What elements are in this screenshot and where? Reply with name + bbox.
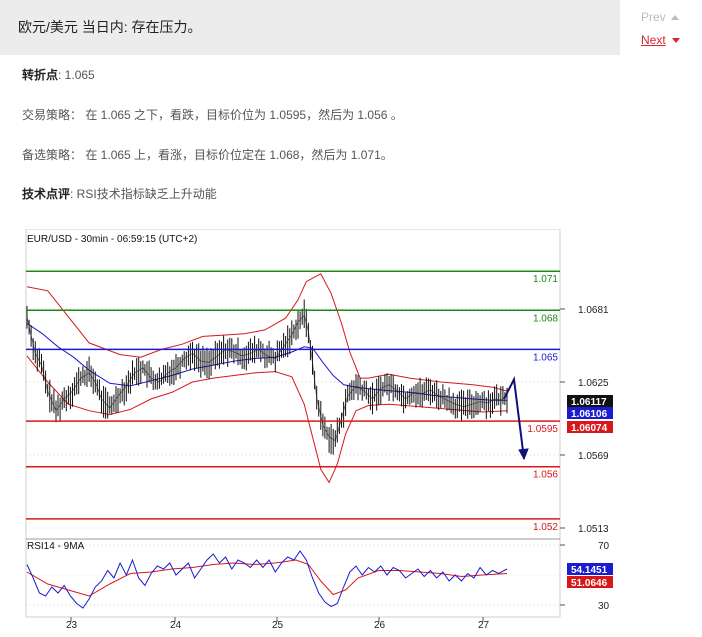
pivot-label: 转折点 — [22, 68, 59, 82]
pivot-value: : 1.065 — [58, 68, 95, 82]
prev-button[interactable]: Prev — [641, 10, 679, 24]
level-label: 1.056 — [533, 470, 558, 481]
price-axis-label: 1.0625 — [578, 378, 609, 389]
caret-up-icon — [670, 15, 679, 21]
price-axis-label: 1.0513 — [578, 524, 609, 535]
time-axis-label: 23 — [66, 620, 78, 629]
comment-line: 技术点评: RSI技术指标缺乏上升动能 — [22, 185, 217, 202]
price-tag-label: 1.06074 — [571, 423, 608, 434]
rsi-axis-label: 30 — [598, 601, 610, 612]
next-button[interactable]: Next — [641, 33, 680, 47]
next-label: Next — [641, 33, 666, 47]
prev-label: Prev — [641, 10, 666, 24]
page-header: 欧元/美元 当日内: 存在压力。 — [0, 0, 620, 55]
rsi-value-label: 54.1451 — [571, 565, 608, 576]
pagination-nav: Prev Next — [620, 0, 702, 55]
pivot-line: 转折点: 1.065 — [22, 66, 95, 83]
time-axis-label: 26 — [374, 620, 386, 629]
price-axis-label: 1.0569 — [578, 451, 609, 462]
time-axis-label: 24 — [170, 620, 182, 629]
strategy-line: 交易策略： 在 1.065 之下，看跌，目标价位为 1.0595，然后为 1.0… — [22, 106, 403, 123]
alternative-line: 备选策略： 在 1.065 上，看涨，目标价位定在 1.068，然后为 1.07… — [22, 146, 393, 163]
level-label: 1.052 — [533, 522, 558, 533]
strategy-value: ： 在 1.065 之下，看跌，目标价位为 1.0595，然后为 1.056 。 — [70, 108, 403, 122]
comment-value: : RSI技术指标缺乏上升动能 — [70, 187, 217, 201]
price-axis-label: 1.0681 — [578, 305, 609, 316]
level-label: 1.0595 — [527, 424, 558, 435]
price-axis: 1.0681 1.0625 1.0569 1.0513 1.061171.06106 1.… — [560, 305, 613, 535]
alternative-label: 备选策略 — [22, 148, 71, 162]
caret-down-icon — [671, 38, 680, 44]
rsi-ma-value-label: 51.0646 — [571, 578, 608, 589]
chart-background — [25, 229, 561, 618]
strategy-label: 交易策略 — [22, 108, 71, 122]
price-tag-label: 1.06117 — [571, 397, 607, 408]
rsi-title: RSI14 - 9MA — [27, 541, 85, 552]
comment-label: 技术点评 — [22, 187, 71, 201]
price-tag-label: 1.06106 — [571, 409, 608, 420]
rsi-axis-label: 70 — [598, 541, 610, 552]
time-axis: 23 24 25 26 27 — [66, 617, 490, 629]
time-axis-label: 25 — [272, 620, 284, 629]
chart-title: EUR/USD - 30min - 06:59:15 (UTC+2) — [27, 234, 197, 245]
chart-frame — [25, 229, 561, 618]
level-label: 1.065 — [533, 352, 558, 363]
eurusd-chart: 1.0711.0681.0651.05951.0561.052 1.06811.… — [25, 229, 613, 629]
page-title: 欧元/美元 当日内: 存在压力。 — [18, 19, 202, 35]
level-label: 1.068 — [533, 313, 558, 324]
alternative-value: ： 在 1.065 上，看涨，目标价位定在 1.068，然后为 1.071。 — [70, 148, 393, 162]
time-axis-label: 27 — [478, 620, 490, 629]
level-label: 1.071 — [533, 274, 558, 285]
